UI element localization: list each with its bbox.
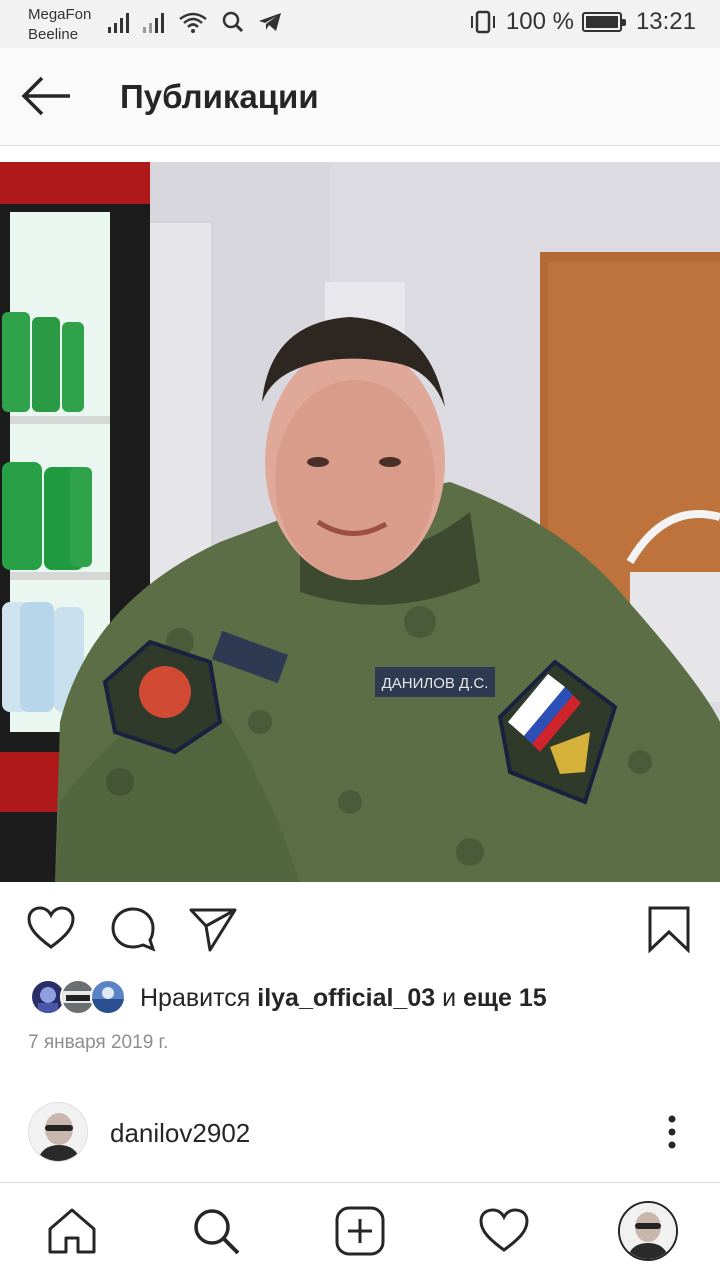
carrier-1: MegaFon xyxy=(28,6,92,23)
likes-conjunction: и xyxy=(435,983,464,1012)
bottles xyxy=(2,312,92,712)
add-post-icon[interactable] xyxy=(334,1205,386,1257)
author-username[interactable]: danilov2902 xyxy=(110,1118,250,1149)
clock: 13:21 xyxy=(635,8,696,35)
likes-prefix: Нравится xyxy=(140,983,258,1012)
author-avatar[interactable] xyxy=(28,1102,88,1162)
post-actions xyxy=(0,900,720,960)
liker-avatars xyxy=(30,979,130,1017)
post-date: 7 января 2019 г. xyxy=(28,1032,169,1053)
battery-percent: 100 % xyxy=(505,8,574,35)
carrier-2: Beeline xyxy=(28,26,79,43)
post-photo[interactable]: ДАНИЛОВ Д.С. xyxy=(0,162,720,882)
bottom-navigation xyxy=(0,1182,720,1280)
search-icon[interactable] xyxy=(190,1205,242,1257)
signal-2-icon xyxy=(143,11,164,33)
page-title: Публикации xyxy=(120,78,319,115)
carrier-names: MegaFon Beeline xyxy=(28,5,91,45)
photo-content: ДАНИЛОВ Д.С. xyxy=(0,162,720,882)
status-icons-right: 100 % 13:21 xyxy=(468,8,696,36)
arrow-left-icon[interactable] xyxy=(20,74,74,118)
telegram-icon xyxy=(259,13,281,31)
bookmark-icon[interactable] xyxy=(644,904,694,954)
liker-avatar xyxy=(90,979,126,1015)
likes-row[interactable]: Нравится ilya_official_03 и еще 15 xyxy=(30,978,547,1018)
name-tape-text: ДАНИЛОВ Д.С. xyxy=(382,675,489,692)
more-vertical-icon[interactable] xyxy=(664,1114,680,1150)
home-icon[interactable] xyxy=(46,1205,98,1257)
profile-avatar[interactable] xyxy=(618,1201,678,1261)
likes-text: Нравится ilya_official_03 и еще 15 xyxy=(140,984,547,1013)
vibrate-icon xyxy=(470,10,495,34)
activity-heart-icon[interactable] xyxy=(478,1205,530,1257)
search-status-icon xyxy=(222,11,244,33)
signal-1-icon xyxy=(108,11,129,33)
battery-icon xyxy=(581,12,626,32)
wifi-icon xyxy=(179,12,207,33)
comment-icon[interactable] xyxy=(108,904,158,954)
send-icon[interactable] xyxy=(188,904,238,954)
app-header: Публикации xyxy=(0,48,720,146)
author-row: danilov2902 xyxy=(0,1098,720,1168)
status-bar: MegaFon Beeline 100 % 13:21 xyxy=(0,0,720,48)
likes-count[interactable]: еще 15 xyxy=(463,984,547,1012)
status-icons-left xyxy=(108,11,282,33)
liker-username[interactable]: ilya_official_03 xyxy=(257,984,435,1012)
heart-icon[interactable] xyxy=(26,904,76,954)
